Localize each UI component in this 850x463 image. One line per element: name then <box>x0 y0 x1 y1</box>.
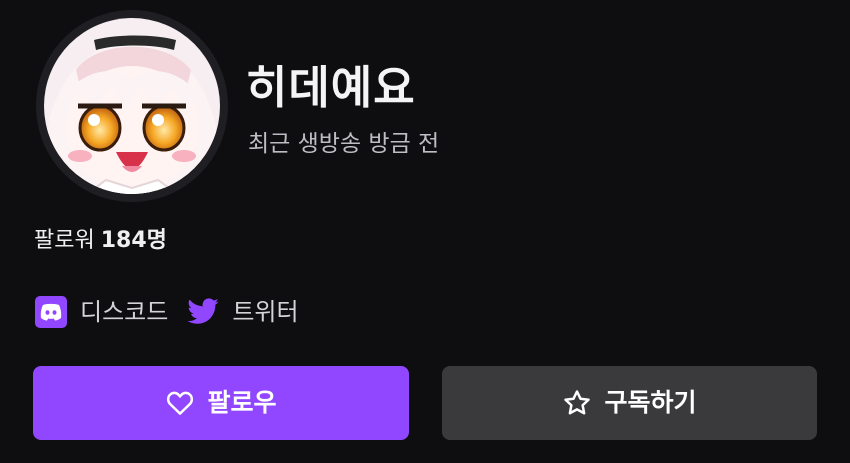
follower-label: 팔로워 <box>34 228 95 253</box>
subscribe-button[interactable]: 구독하기 <box>442 366 817 440</box>
follower-number: 184명 <box>100 228 167 253</box>
channel-header: 히데예요 최근 생방송 방금 전 팔로워 184명 디스코드 트위터 팔로우 구… <box>0 0 850 463</box>
social-links: 디스코드 트위터 <box>34 290 317 334</box>
twitter-icon <box>187 298 219 324</box>
subscribe-button-label: 구독하기 <box>604 388 697 417</box>
social-link-twitter[interactable]: 트위터 <box>186 295 299 329</box>
avatar-image <box>40 14 224 198</box>
social-link-label: 디스코드 <box>80 298 169 326</box>
social-link-label: 트위터 <box>232 298 299 326</box>
follow-button[interactable]: 팔로우 <box>33 366 409 440</box>
heart-icon <box>167 391 194 415</box>
follow-button-label: 팔로우 <box>207 388 277 417</box>
discord-icon <box>35 296 67 328</box>
star-icon <box>564 390 591 415</box>
channel-name: 히데예요 <box>246 61 416 114</box>
social-link-discord[interactable]: 디스코드 <box>34 295 168 329</box>
follower-count: 팔로워 184명 <box>34 224 167 258</box>
avatar[interactable] <box>36 10 228 202</box>
last-live-status: 최근 생방송 방금 전 <box>248 131 440 157</box>
